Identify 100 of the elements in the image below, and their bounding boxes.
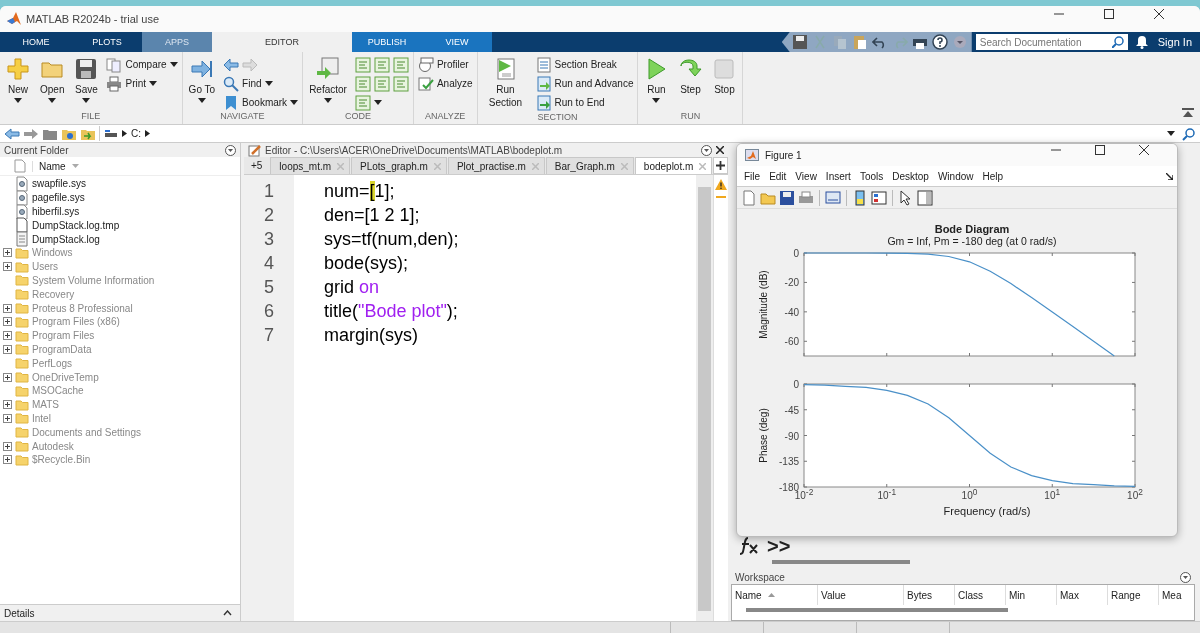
file-name[interactable]: Recovery [32, 288, 75, 300]
ribbon-button[interactable]: Bookmark [223, 94, 299, 111]
ribbon-button[interactable]: Run to End [535, 94, 605, 111]
ribbon-button[interactable]: Analyze [417, 75, 473, 92]
expand-icon[interactable] [3, 400, 12, 410]
expand-icon[interactable] [3, 413, 12, 423]
menu-item[interactable]: View [792, 170, 823, 182]
menu-item[interactable]: Desktop [889, 170, 935, 182]
expand-icon[interactable] [3, 317, 12, 327]
file-tab[interactable]: PLots_graph.m [351, 157, 447, 174]
file-name[interactable]: Program Files [32, 330, 95, 342]
ribbon-button[interactable]: Run Section [481, 54, 530, 112]
column-header[interactable]: Name [32, 160, 66, 172]
expand-icon[interactable] [3, 372, 12, 382]
menu-item[interactable]: Tools [856, 170, 890, 182]
dropdown-icon[interactable] [701, 144, 712, 156]
path-segment[interactable]: C: [131, 128, 141, 139]
column-header[interactable]: Max [1060, 589, 1079, 601]
window-link-icon[interactable] [825, 189, 841, 206]
ribbon-button[interactable]: Go To [186, 54, 218, 111]
expand-icon[interactable] [3, 262, 12, 272]
menu-item[interactable]: File [741, 170, 767, 182]
file-tab[interactable]: loops_mt.m [270, 157, 351, 174]
file-name[interactable]: Users [32, 261, 59, 273]
sign-in-link[interactable]: Sign In [1151, 32, 1200, 52]
file-name[interactable]: hiberfil.sys [32, 206, 80, 217]
file-name[interactable]: Autodesk [32, 440, 74, 452]
expand-icon[interactable] [3, 331, 12, 341]
file-name[interactable]: MATS [32, 399, 60, 411]
ribbon-button[interactable]: Step [676, 54, 705, 111]
ribbon-button[interactable]: Section Break [535, 56, 617, 73]
column-header[interactable]: Mea [1162, 589, 1182, 601]
forward-arrow-icon[interactable] [23, 127, 39, 140]
collapse-icon[interactable] [1182, 108, 1194, 118]
file-name[interactable]: System Volume Information [32, 274, 155, 286]
file-name[interactable]: swapfile.sys [32, 178, 86, 190]
ribbon-tab[interactable]: HOME [0, 32, 72, 52]
ribbon-button[interactable]: New [4, 54, 32, 111]
dropdown-icon[interactable] [1180, 571, 1191, 583]
ribbon-button[interactable]: Save [72, 54, 101, 111]
menu-item[interactable]: Window [934, 170, 980, 182]
more-tabs-button[interactable]: +5 [244, 157, 270, 174]
expand-icon[interactable] [3, 248, 12, 258]
dock-arrow-icon[interactable] [1166, 172, 1173, 180]
column-header[interactable]: Class [958, 589, 983, 601]
file-name[interactable]: ProgramData [32, 343, 92, 355]
ribbon-button[interactable]: Stop [710, 54, 739, 111]
scrollbar[interactable] [772, 560, 910, 564]
search-icon[interactable] [1182, 126, 1196, 141]
file-name[interactable]: pagefile.sys [32, 192, 85, 204]
search-icon[interactable] [1107, 34, 1128, 50]
file-name[interactable]: DumpStack.log.tmp [32, 219, 120, 231]
file-name[interactable]: PerfLogs [32, 357, 73, 369]
scrollbar[interactable] [746, 608, 1008, 612]
search-field[interactable]: Search Documentation [975, 34, 1108, 50]
column-header[interactable]: Bytes [907, 589, 932, 601]
file-name[interactable]: Program Files (x86) [32, 316, 120, 328]
expand-icon[interactable] [3, 455, 12, 465]
chevron-up-icon[interactable] [223, 610, 232, 616]
file-name[interactable]: MSOCache [32, 385, 84, 397]
menu-item[interactable]: Insert [822, 170, 857, 182]
file-name[interactable]: $Recycle.Bin [32, 454, 91, 466]
ribbon-button[interactable]: Run [642, 54, 671, 111]
ribbon-button[interactable]: Run and Advance [535, 75, 634, 92]
ribbon-button[interactable]: Profiler [417, 56, 469, 73]
file-name[interactable]: Proteus 8 Professional [32, 302, 133, 314]
expand-icon[interactable] [3, 303, 12, 313]
column-header[interactable]: Name [735, 589, 762, 601]
file-tab[interactable]: Bar_Graph.m [545, 157, 634, 174]
ribbon-button[interactable]: Print [106, 75, 158, 92]
help-icon[interactable] [931, 34, 948, 50]
ribbon-button[interactable]: Open [38, 54, 67, 111]
ribbon-button[interactable]: Find [223, 75, 273, 92]
back-arrow-icon[interactable] [4, 127, 20, 140]
ribbon-button[interactable] [354, 94, 382, 111]
file-name[interactable]: Documents and Settings [32, 426, 141, 438]
ribbon-button[interactable]: Refactor [307, 54, 349, 111]
menu-item[interactable]: Edit [766, 170, 793, 182]
column-header[interactable]: Range [1111, 589, 1141, 601]
file-name[interactable]: OneDriveTemp [32, 371, 99, 383]
ribbon-tab[interactable]: PUBLISH [352, 32, 422, 52]
file-tab[interactable]: Plot_practise.m [447, 157, 545, 174]
column-header[interactable]: Value [821, 589, 846, 601]
ribbon-tab[interactable]: EDITOR [212, 32, 352, 52]
new-tab-button[interactable] [713, 157, 728, 174]
function-icon[interactable] [739, 536, 761, 556]
file-name[interactable]: DumpStack.log [32, 233, 100, 245]
dropdown-icon[interactable] [225, 144, 236, 156]
folder-up-icon[interactable] [42, 127, 58, 140]
caret-icon[interactable] [1167, 131, 1175, 136]
menu-item[interactable]: Help [979, 170, 1010, 182]
file-tab[interactable]: bodeplot.m [634, 157, 713, 174]
ribbon-tab[interactable]: PLOTS [72, 32, 142, 52]
scrollbar[interactable] [696, 175, 713, 621]
legend-icon[interactable] [871, 189, 887, 206]
file-name[interactable]: Intel [32, 412, 51, 424]
close-icon[interactable] [716, 146, 724, 154]
column-header[interactable]: Min [1009, 589, 1026, 601]
file-name[interactable]: Windows [32, 247, 73, 259]
expand-icon[interactable] [3, 344, 12, 354]
